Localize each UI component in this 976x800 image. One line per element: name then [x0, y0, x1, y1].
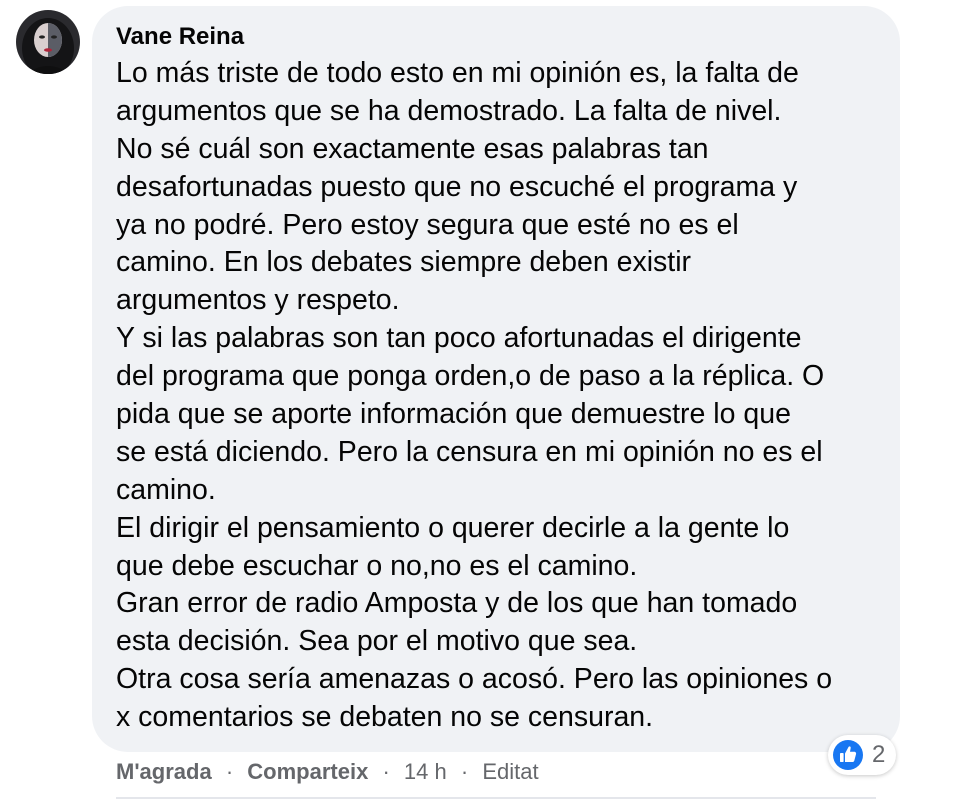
divider [116, 797, 876, 799]
comment-line: camino. [116, 473, 216, 506]
comment-line: Otra cosa sería amenazas o acosó. Pero l… [116, 663, 833, 696]
comment-line: que debe escuchar o no,no es el camino. [116, 549, 638, 582]
like-icon [832, 739, 864, 771]
separator: · [460, 759, 469, 784]
comment-line: argumentos y respeto. [116, 284, 400, 317]
comment-line: ya no podré. Pero estoy segura que esté … [116, 208, 739, 241]
comment-line: x comentarios se debaten no se censuran. [116, 701, 654, 734]
comment-line: argumentos que se ha demostrado. La falt… [116, 94, 782, 127]
comment-line: Y si las palabras son tan poco afortunad… [116, 322, 802, 355]
comment-line: No sé cuál son exactamente esas palabras… [116, 132, 709, 165]
comment-line: Lo más triste de todo esto en mi opinión… [116, 57, 799, 89]
avatar[interactable] [16, 10, 80, 74]
comment-line: Gran error de radio Amposta y de los que… [116, 587, 798, 620]
share-button[interactable]: Comparteix [247, 759, 368, 784]
comment-line: El dirigir el pensamiento o querer decir… [116, 511, 790, 544]
comment-text: Lo más triste de todo esto en mi opinión… [116, 55, 886, 737]
comment-line: camino. En los debates siempre deben exi… [116, 246, 692, 279]
edited-label[interactable]: Editat [482, 759, 538, 784]
comment-line: se está diciendo. Pero la censura en mi … [116, 435, 823, 468]
reactions-summary[interactable]: 2 [828, 735, 896, 775]
comment-line: pida que se aporte información que demue… [116, 398, 791, 431]
like-button[interactable]: M'agrada [116, 759, 212, 784]
comment-line: desafortunadas puesto que no escuché el … [116, 170, 798, 203]
comment-actions: M'agrada · Comparteix · 14 h · Editat [116, 757, 539, 787]
separator: · [225, 759, 234, 784]
comment-line: del programa que ponga orden,o de paso a… [116, 360, 825, 393]
comment-line: esta decisión. Sea por el motivo que sea… [116, 625, 638, 658]
timestamp[interactable]: 14 h [404, 759, 447, 784]
reaction-count: 2 [872, 741, 886, 768]
comment-author[interactable]: Vane Reina [116, 22, 244, 52]
separator: · [382, 759, 390, 784]
